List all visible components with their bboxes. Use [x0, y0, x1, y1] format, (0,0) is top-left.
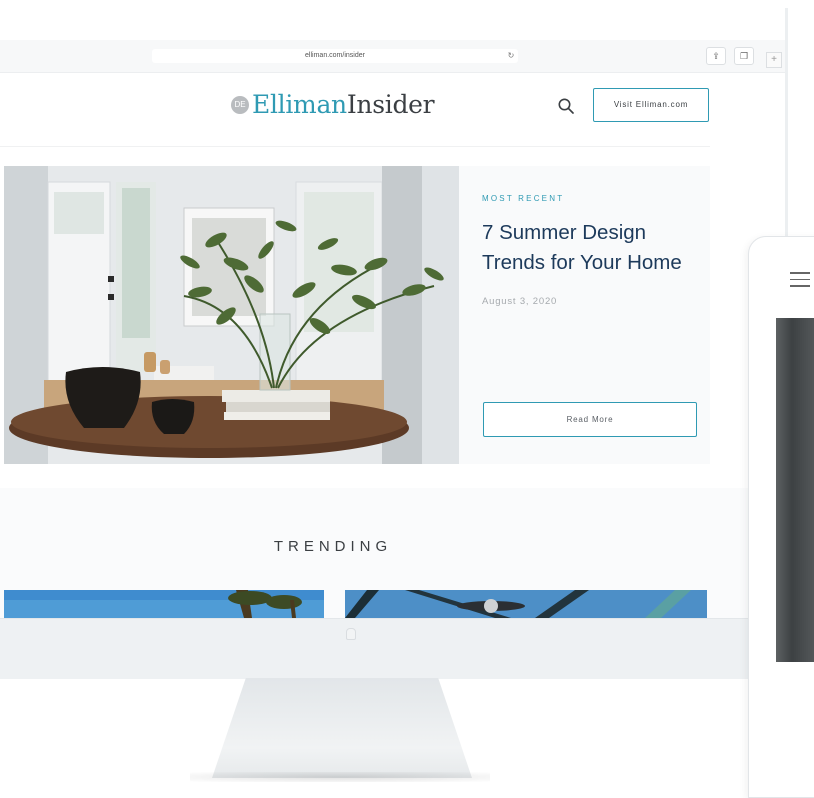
- trending-heading: TRENDING: [273, 538, 393, 555]
- article-headline[interactable]: 7 Summer Design Trends for Your Home: [482, 218, 702, 278]
- reload-icon[interactable]: ↻: [506, 49, 516, 63]
- read-more-button[interactable]: Read More: [483, 402, 697, 437]
- interior-photo: [4, 166, 459, 464]
- logo-insider: Insider: [346, 90, 435, 119]
- article-date: August 3, 2020: [482, 296, 558, 307]
- trending-image-2: [345, 590, 707, 618]
- site-logo[interactable]: EllimanInsider: [252, 88, 435, 122]
- monitor-chin: [0, 618, 748, 679]
- hero-image[interactable]: [4, 166, 459, 464]
- logo-elliman: Elliman: [252, 90, 347, 119]
- search-icon[interactable]: [557, 97, 575, 115]
- stand-shadow: [190, 772, 490, 782]
- address-bar[interactable]: elliman.com/insider: [152, 49, 518, 63]
- visit-elliman-button[interactable]: Visit Elliman.com: [593, 88, 709, 122]
- logo-mark-icon: DE: [231, 96, 249, 114]
- apple-logo-icon: [346, 628, 356, 640]
- trending-image-1: [4, 590, 324, 618]
- article-category: MOST RECENT: [482, 194, 565, 203]
- tablet-hero-image: [776, 318, 814, 662]
- trending-card-1[interactable]: [4, 590, 324, 618]
- tabs-icon[interactable]: ❐: [734, 47, 754, 65]
- trending-card-2[interactable]: [345, 590, 707, 618]
- hamburger-menu-icon[interactable]: [790, 272, 810, 290]
- share-icon[interactable]: ⇪: [706, 47, 726, 65]
- new-tab-button[interactable]: +: [766, 52, 782, 68]
- monitor-stand: [212, 678, 472, 778]
